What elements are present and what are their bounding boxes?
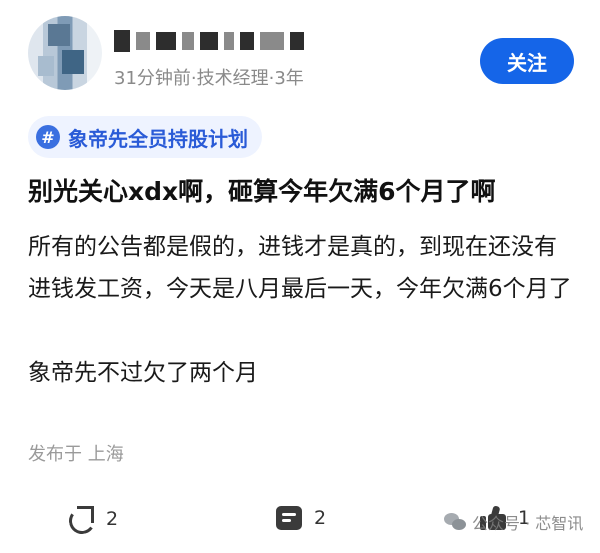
post-paragraph: 象帝先不过欠了两个月 bbox=[28, 360, 258, 386]
redacted-block bbox=[200, 32, 218, 50]
redacted-block bbox=[182, 32, 194, 50]
redacted-block bbox=[290, 32, 304, 50]
post-meta: 31分钟前·技术经理·3年 bbox=[114, 68, 304, 89]
follow-button[interactable]: 关注 bbox=[480, 38, 574, 84]
share-count: 2 bbox=[106, 508, 119, 530]
avatar-pixel bbox=[38, 56, 54, 76]
redacted-block bbox=[224, 32, 234, 50]
avatar-pixel bbox=[48, 24, 70, 46]
redacted-block bbox=[136, 32, 150, 50]
redacted-block bbox=[260, 32, 284, 50]
post-paragraph: 所有的公告都是假的，进钱才是真的，到现在还没有进钱发工资，今天是八月最后一天，今… bbox=[28, 234, 572, 302]
watermark: 公众号 · 芯智讯 bbox=[444, 510, 583, 534]
comment-button[interactable]: 2 bbox=[276, 506, 326, 530]
redacted-block bbox=[114, 30, 130, 52]
topic-tag[interactable]: # 象帝先全员持股计划 bbox=[28, 116, 262, 158]
post-title: 别光关心xdx啊，砸算今年欠满6个月了啊 bbox=[28, 177, 496, 206]
username-redacted[interactable] bbox=[114, 28, 304, 54]
share-icon bbox=[66, 505, 98, 537]
post-body: 所有的公告都是假的，进钱才是真的，到现在还没有进钱发工资，今天是八月最后一天，今… bbox=[28, 226, 573, 394]
watermark-text: 公众号 · 芯智讯 bbox=[472, 514, 584, 533]
post-location: 发布于 上海 bbox=[28, 444, 124, 465]
comment-icon bbox=[276, 506, 302, 530]
post-card: 31分钟前·技术经理·3年 关注 # 象帝先全员持股计划 别光关心xdx啊，砸算… bbox=[0, 0, 600, 553]
redacted-block bbox=[240, 32, 254, 50]
hashtag-icon: # bbox=[36, 125, 60, 149]
wechat-icon bbox=[444, 513, 466, 531]
redacted-block bbox=[156, 32, 176, 50]
comment-count: 2 bbox=[314, 507, 327, 529]
topic-label: 象帝先全员持股计划 bbox=[68, 126, 248, 151]
share-button[interactable]: 2 bbox=[66, 505, 119, 537]
avatar[interactable] bbox=[28, 16, 102, 90]
avatar-pixel bbox=[62, 50, 84, 74]
